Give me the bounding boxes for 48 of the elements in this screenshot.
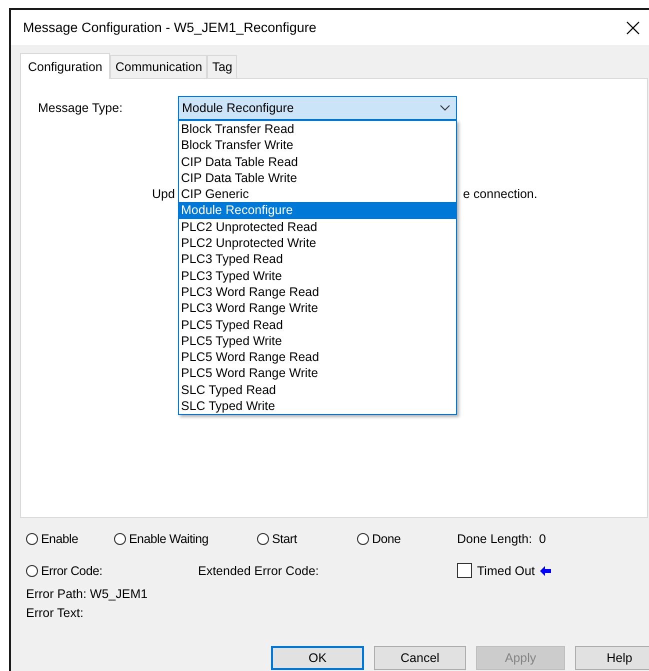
description-text: e connection. <box>463 187 538 201</box>
dropdown-option[interactable]: PLC3 Typed Write <box>179 268 456 284</box>
dropdown-option[interactable]: PLC3 Word Range Write <box>179 300 456 317</box>
close-icon <box>626 20 640 34</box>
tab[interactable]: Tag <box>207 55 238 78</box>
radio-label: Error Code: <box>41 564 102 578</box>
description-text: Upd <box>152 187 176 201</box>
dropdown-option[interactable]: CIP Data Table Read <box>179 154 456 170</box>
dropdown-option[interactable]: PLC5 Word Range Write <box>179 365 456 382</box>
radio-button[interactable] <box>257 532 269 544</box>
dialog-button[interactable]: OK <box>271 646 364 670</box>
dropdown-option[interactable]: SLC Typed Read <box>179 382 456 398</box>
radio-label: Enable Waiting <box>129 532 208 546</box>
radio-button[interactable] <box>357 532 369 544</box>
dropdown-option[interactable]: PLC2 Unprotected Write <box>179 235 456 252</box>
radio-label: Done <box>372 532 401 546</box>
field-label: Message Type: <box>38 101 124 115</box>
checkbox-label: Timed Out <box>477 564 535 578</box>
radio-button[interactable] <box>26 564 38 576</box>
chevron-down-icon <box>440 105 450 111</box>
dropdown-option[interactable]: Module Reconfigure <box>179 202 456 219</box>
dropdown-option[interactable]: PLC3 Typed Read <box>179 251 456 268</box>
radio-button[interactable] <box>114 532 126 544</box>
radio-label: Enable <box>41 532 78 546</box>
dropdown-option[interactable]: PLC2 Unprotected Read <box>179 218 456 236</box>
dropdown-option[interactable]: PLC5 Word Range Read <box>179 349 456 366</box>
dropdown-option[interactable]: Block Transfer Read <box>179 121 456 138</box>
error-path-text: Error Path: W5_JEM1 <box>26 586 149 600</box>
tab[interactable]: Configuration <box>20 53 110 79</box>
dropdown-option[interactable]: PLC3 Word Range Read <box>179 284 456 300</box>
radio-label: Start <box>272 532 297 546</box>
done-length-text: Done Length: 0 <box>457 532 547 546</box>
dialog-button[interactable]: Cancel <box>374 646 466 670</box>
dropdown-option[interactable]: CIP Data Table Write <box>179 170 456 186</box>
dropdown-option[interactable]: Block Transfer Write <box>179 137 456 154</box>
tab[interactable]: Communication <box>110 55 208 78</box>
dropdown-option[interactable]: SLC Typed Write <box>179 398 456 414</box>
arrow-left-icon <box>540 566 551 576</box>
radio-button[interactable] <box>26 532 38 544</box>
dropdown-option[interactable]: CIP Generic <box>179 186 456 202</box>
dropdown-option[interactable]: PLC5 Typed Write <box>179 332 456 350</box>
dropdown-option[interactable]: PLC5 Typed Read <box>179 316 456 333</box>
field-label: Extended Error Code: <box>198 564 320 578</box>
message-type-dropdown[interactable]: Module Reconfigure <box>178 96 457 120</box>
window-title: Message Configuration - W5_JEM1_Reconfigure <box>23 20 316 35</box>
checkbox[interactable] <box>457 563 472 578</box>
error-text-label: Error Text: <box>26 606 84 620</box>
dialog-button[interactable]: Help <box>575 646 649 670</box>
